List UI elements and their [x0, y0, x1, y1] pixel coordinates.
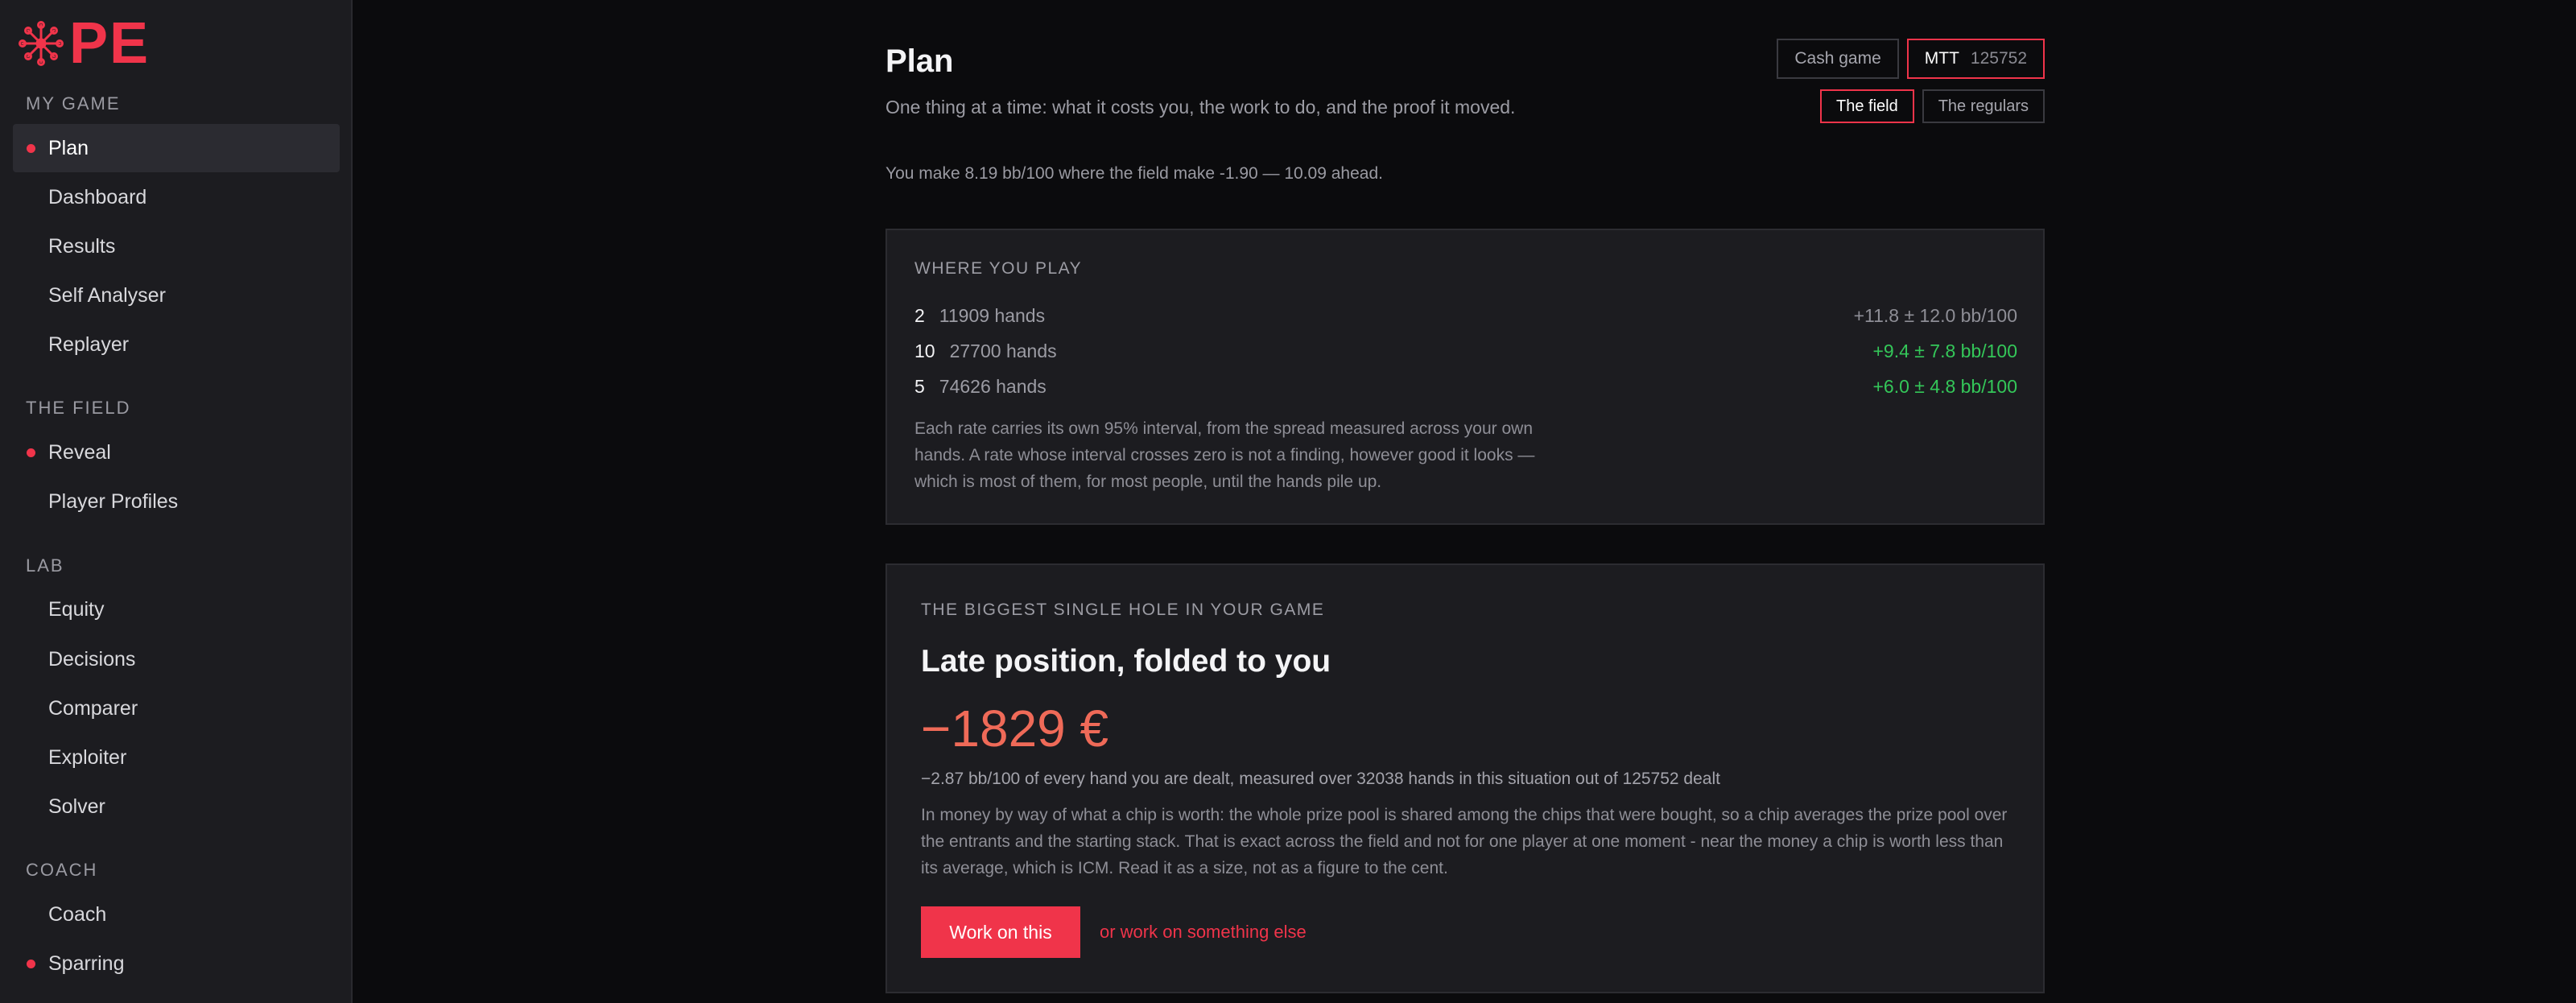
sidebar-item-equity[interactable]: Equity [13, 585, 340, 634]
sidebar-item-label: Reveal [48, 440, 111, 464]
sidebar-item-label: Decisions [48, 647, 136, 671]
sidebar-item-results[interactable]: Results [13, 222, 340, 270]
table-row: 10 27700 hands +9.4 ± 7.8 bb/100 [914, 335, 2017, 367]
table-size: 5 [914, 375, 925, 397]
mtt-label: MTT [1924, 49, 1959, 68]
sidebar-item-reveal[interactable]: Reveal [13, 428, 340, 477]
notification-dot [27, 960, 35, 968]
comparison-toggle: The field The regulars [1820, 89, 2045, 123]
biggest-hole-card: THE BIGGEST SINGLE HOLE IN YOUR GAME Lat… [886, 563, 2045, 993]
network-logo-icon [19, 21, 64, 66]
leak-detail: −2.87 bb/100 of every hand you are dealt… [921, 770, 1720, 788]
sidebar-item-label: Player Profiles [48, 489, 179, 513]
section-label-my-game: MY GAME [26, 93, 121, 114]
hand-count: 27700 hands [949, 340, 1057, 361]
leak-amount: −1829 € [921, 700, 1109, 757]
work-on-something-else-link[interactable]: or work on something else [1100, 922, 1307, 943]
mtt-button[interactable]: MTT 125752 [1906, 39, 2045, 79]
hand-count: 74626 hands [939, 375, 1046, 397]
sidebar-item-self-analyser[interactable]: Self Analyser [13, 271, 340, 320]
table-row: 5 74626 hands +6.0 ± 4.8 bb/100 [914, 370, 2017, 402]
sidebar-item-plan[interactable]: Plan [13, 124, 340, 172]
game-type-toggle: Cash game MTT 125752 [1777, 39, 2045, 79]
brand-text: PE [69, 11, 151, 76]
section-label-the-field: THE FIELD [26, 398, 131, 418]
card-label: WHERE YOU PLAY [914, 259, 1083, 278]
sidebar-item-label: Results [48, 234, 116, 258]
table-size: 2 [914, 304, 925, 326]
notification-dot [27, 144, 35, 153]
sidebar-item-label: Dashboard [48, 185, 147, 208]
page-subtitle: One thing at a time: what it costs you, … [886, 97, 1516, 118]
table-row: 2 11909 hands +11.8 ± 12.0 bb/100 [914, 299, 2017, 332]
win-rate-summary: You make 8.19 bb/100 where the field mak… [886, 164, 1383, 183]
hand-count: 11909 hands [939, 304, 1046, 326]
sidebar-item-label: Replayer [48, 332, 130, 356]
cash-game-button[interactable]: Cash game [1777, 39, 1899, 79]
sidebar: PE MY GAME Plan Dashboard Results Self A… [0, 0, 353, 1003]
interval-note: Each rate carries its own 95% interval, … [914, 419, 1535, 491]
the-field-button[interactable]: The field [1820, 89, 1914, 123]
the-regulars-button[interactable]: The regulars [1922, 89, 2045, 123]
leak-explanation: In money by way of what a chip is worth:… [921, 806, 2008, 877]
sidebar-item-decisions[interactable]: Decisions [13, 635, 340, 683]
brand-logo[interactable]: PE [18, 11, 151, 76]
sidebar-item-player-profiles[interactable]: Player Profiles [13, 477, 340, 526]
work-on-this-button[interactable]: Work on this [921, 906, 1080, 958]
section-label-coach: COACH [26, 860, 98, 880]
sidebar-item-label: Equity [48, 597, 105, 621]
page-title: Plan [886, 43, 954, 79]
win-rate: +11.8 ± 12.0 bb/100 [1853, 304, 2017, 326]
sidebar-item-replayer[interactable]: Replayer [13, 320, 340, 369]
sidebar-item-coach[interactable]: Coach [13, 890, 340, 939]
win-rate: +9.4 ± 7.8 bb/100 [1872, 340, 2017, 361]
sidebar-item-dashboard[interactable]: Dashboard [13, 173, 340, 221]
mtt-hand-count: 125752 [1970, 49, 2027, 68]
table-size: 10 [914, 340, 935, 361]
sidebar-item-label: Coach [48, 902, 107, 926]
sidebar-item-label: Plan [48, 136, 89, 159]
sidebar-item-label: Comparer [48, 696, 138, 720]
card-label: THE BIGGEST SINGLE HOLE IN YOUR GAME [921, 601, 1325, 619]
sidebar-item-sparring[interactable]: Sparring [13, 939, 340, 988]
sidebar-item-label: Sparring [48, 951, 125, 975]
where-you-play-card: WHERE YOU PLAY 2 11909 hands +11.8 ± 12.… [886, 229, 2045, 525]
sidebar-item-label: Self Analyser [48, 283, 166, 307]
win-rate: +6.0 ± 4.8 bb/100 [1872, 375, 2017, 397]
sidebar-item-exploiter[interactable]: Exploiter [13, 733, 340, 782]
sidebar-item-comparer[interactable]: Comparer [13, 684, 340, 733]
section-label-lab: LAB [26, 555, 64, 576]
notification-dot [27, 448, 35, 457]
sidebar-item-label: Exploiter [48, 745, 127, 769]
leak-title: Late position, folded to you [921, 644, 1331, 679]
sidebar-item-solver[interactable]: Solver [13, 782, 340, 831]
sidebar-item-label: Solver [48, 795, 105, 818]
